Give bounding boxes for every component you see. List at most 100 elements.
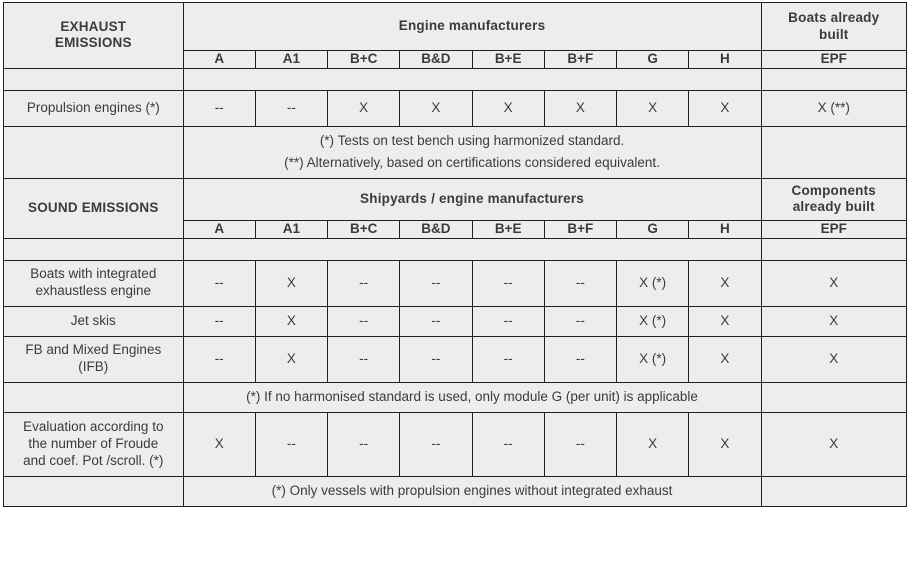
sound-section-header-row: SOUND EMISSIONS Shipyards / engine manuf… — [3, 177, 907, 239]
cell-boats-h: X — [688, 259, 762, 307]
sound-spacer-cell-epf — [760, 237, 907, 261]
module-header-a: A — [182, 50, 256, 69]
shipyards-engine-manufacturers-group-header: Shipyards / engine manufacturers — [182, 177, 762, 221]
cell-propulsion-a1: -- — [254, 89, 329, 127]
cell-jetskis-a: -- — [182, 305, 256, 337]
module-header-bc: B+C — [327, 50, 401, 69]
sound-note-mid-cell: (*) If no harmonised standard is used, o… — [182, 381, 762, 413]
sound-module-header-be: B+E — [471, 219, 545, 239]
components-already-built-line2: already built — [792, 199, 875, 215]
module-header-h: H — [688, 50, 762, 69]
table-row: Propulsion engines (*) -- -- X X X X X X… — [3, 89, 907, 127]
exhaust-notes-row: (*) Tests on test bench using harmonized… — [3, 125, 907, 179]
cell-froude-bd: -- — [399, 411, 473, 477]
module-header-epf-exhaust: EPF — [760, 50, 907, 69]
cell-propulsion-be: X — [471, 89, 545, 127]
exhaust-note-1: (*) Tests on test bench using harmonized… — [319, 132, 625, 148]
components-already-built-header: Components already built — [760, 177, 907, 221]
exhaust-title-line1: EXHAUST — [60, 18, 127, 34]
cell-boats-bc: -- — [327, 259, 401, 307]
cell-jetskis-bd: -- — [399, 305, 473, 337]
boats-already-built-line1: Boats already — [788, 9, 880, 25]
cell-propulsion-a: -- — [182, 89, 256, 127]
cell-fb-a: -- — [182, 335, 256, 383]
sound-note-bottom-cell: (*) Only vessels with propulsion engines… — [182, 475, 762, 507]
compliance-modules-table: EXHAUST EMISSIONS Engine manufacturers B… — [3, 2, 907, 507]
table-row: Boats with integrated exhaustless engine… — [3, 259, 907, 307]
sound-note-bottom-row: (*) Only vessels with propulsion engines… — [3, 475, 907, 507]
sound-note-bottom-epf-blank — [760, 475, 907, 507]
row-label-line2: (IFB) — [78, 359, 109, 375]
cell-froude-h: X — [688, 411, 762, 477]
exhaust-section-title: EXHAUST EMISSIONS — [3, 2, 184, 69]
spacer-cell-epf — [760, 67, 907, 91]
cell-boats-epf: X — [760, 259, 907, 307]
sound-module-header-a1: A1 — [254, 219, 329, 239]
cell-fb-bd: -- — [399, 335, 473, 383]
cell-boats-g: X (*) — [615, 259, 690, 307]
sound-module-header-epf: EPF — [760, 219, 907, 239]
cell-jetskis-a1: X — [254, 305, 329, 337]
cell-froude-be: -- — [471, 411, 545, 477]
exhaust-note-2: (**) Alternatively, based on certificati… — [284, 155, 660, 171]
cell-fb-a1: X — [254, 335, 329, 383]
cell-fb-g: X (*) — [615, 335, 690, 383]
sound-note-mid-row: (*) If no harmonised standard is used, o… — [3, 381, 907, 413]
row-label-line2: exhaustless engine — [35, 283, 152, 299]
cell-boats-a1: X — [254, 259, 329, 307]
cell-jetskis-h: X — [688, 305, 762, 337]
sound-module-header-bf: B+F — [543, 219, 617, 239]
cell-boats-be: -- — [471, 259, 545, 307]
row-label-jet-skis: Jet skis — [3, 305, 184, 337]
row-label-propulsion-engines: Propulsion engines (*) — [3, 89, 184, 127]
cell-propulsion-g: X — [615, 89, 690, 127]
cell-fb-epf: X — [760, 335, 907, 383]
table-page: EXHAUST EMISSIONS Engine manufacturers B… — [0, 0, 909, 567]
sound-section-title: SOUND EMISSIONS — [3, 177, 184, 239]
cell-froude-epf: X — [760, 411, 907, 477]
cell-propulsion-h: X — [688, 89, 762, 127]
boats-already-built-header: Boats already built — [760, 2, 907, 51]
cell-jetskis-bf: -- — [543, 305, 617, 337]
row-label-line1: Boats with integrated — [30, 266, 157, 282]
table-row: FB and Mixed Engines (IFB) -- X -- -- --… — [3, 335, 907, 383]
table-row: Evaluation according to the number of Fr… — [3, 411, 907, 477]
module-header-g: G — [615, 50, 690, 69]
boats-already-built-line2: built — [819, 26, 849, 42]
exhaust-spacer-row — [3, 67, 907, 91]
cell-fb-be: -- — [471, 335, 545, 383]
cell-jetskis-bc: -- — [327, 305, 401, 337]
cell-propulsion-bd: X — [399, 89, 473, 127]
cell-froude-bc: -- — [327, 411, 401, 477]
cell-froude-a: X — [182, 411, 256, 477]
cell-froude-g: X — [615, 411, 690, 477]
sound-spacer-row — [3, 237, 907, 261]
row-label-boats-integrated-exhaustless: Boats with integrated exhaustless engine — [3, 259, 184, 307]
cell-propulsion-epf: X (**) — [760, 89, 907, 127]
sound-note-bottom-label-blank — [3, 475, 184, 507]
cell-boats-a: -- — [182, 259, 256, 307]
sound-module-header-h: H — [688, 219, 762, 239]
module-header-bd: B&D — [399, 50, 473, 69]
exhaust-notes-label-blank — [3, 125, 184, 179]
row-label-line1: Evaluation according to — [23, 418, 164, 434]
exhaust-section-header-row: EXHAUST EMISSIONS Engine manufacturers B… — [3, 2, 907, 69]
components-already-built-line1: Components — [791, 182, 876, 198]
sound-note-mid-label-blank — [3, 381, 184, 413]
cell-propulsion-bc: X — [327, 89, 401, 127]
row-label-fb-mixed-engines: FB and Mixed Engines (IFB) — [3, 335, 184, 383]
cell-froude-bf: -- — [543, 411, 617, 477]
spacer-cell-label — [3, 67, 184, 91]
row-label-line2: the number of Froude — [28, 435, 159, 451]
module-header-bf: B+F — [543, 50, 617, 69]
cell-froude-a1: -- — [254, 411, 329, 477]
sound-module-header-a: A — [182, 219, 256, 239]
sound-spacer-cell-modules — [182, 237, 762, 261]
sound-module-header-g: G — [615, 219, 690, 239]
sound-module-header-bc: B+C — [327, 219, 401, 239]
cell-boats-bf: -- — [543, 259, 617, 307]
cell-jetskis-epf: X — [760, 305, 907, 337]
module-header-be: B+E — [471, 50, 545, 69]
cell-fb-bc: -- — [327, 335, 401, 383]
cell-fb-h: X — [688, 335, 762, 383]
